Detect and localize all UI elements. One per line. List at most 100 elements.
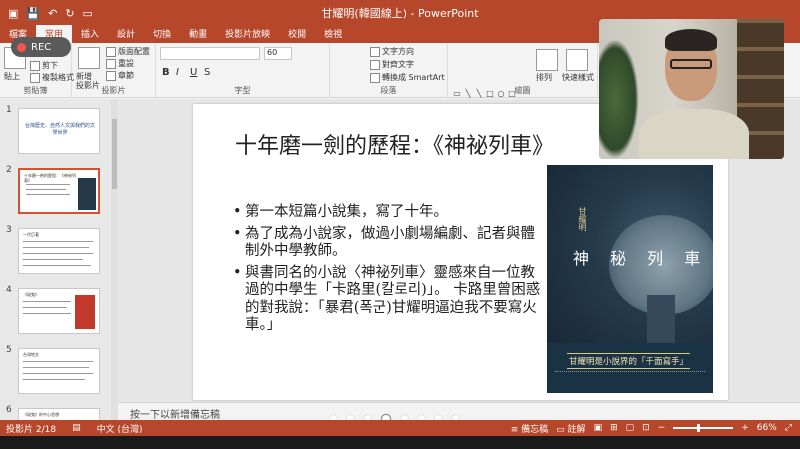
powerpoint-logo-icon: ▣ — [8, 6, 19, 20]
notes-button[interactable]: ≡ 備忘稿 — [511, 422, 548, 435]
thumb-line — [23, 361, 93, 362]
slide-thumbnail-5[interactable]: 台灣地文 — [18, 348, 100, 394]
align-text-button[interactable]: 對齊文字 — [370, 59, 414, 70]
bullet-item: 第一本短篇小說集，寫了十年。 — [233, 204, 541, 222]
quick-access-toolbar: ▣ 💾 ↶ ↻ ▭ — [0, 7, 93, 20]
book-title: 神 秘 列 車 — [573, 249, 709, 268]
arrange-button[interactable]: 排列 — [536, 72, 552, 83]
tab-insert[interactable]: 插入 — [72, 27, 108, 43]
zoom-in-icon[interactable]: + — [741, 423, 749, 433]
align-text-icon — [370, 59, 380, 70]
font-size-box[interactable]: 60 — [264, 47, 292, 60]
save-icon[interactable]: 💾 — [26, 7, 40, 20]
slide-thumbnail-3[interactable]: 一代巨著 — [18, 228, 100, 274]
section-button[interactable]: 章節 — [106, 70, 134, 81]
zoom-slider-thumb[interactable] — [697, 424, 701, 432]
sorter-view-icon[interactable]: ⊞ — [610, 423, 618, 433]
thumb-line — [23, 301, 71, 302]
tab-animations[interactable]: 動畫 — [180, 27, 216, 43]
thumb-line — [26, 194, 70, 195]
clipboard-group-label: 剪貼簿 — [23, 86, 48, 95]
reading-view-icon[interactable]: ▢ — [626, 423, 635, 433]
thumb-title: 《殺鬼》的中心思想 — [23, 412, 59, 417]
smartart-button[interactable]: 轉換成 SmartArt — [370, 72, 445, 83]
text-direction-icon — [370, 46, 380, 57]
slideshow-view-icon[interactable]: ⊡ — [642, 423, 650, 433]
bullet-item: 為了成為小說家，做過小劇場編劇、記者與體制外中學教師。 — [233, 226, 541, 261]
tab-transitions[interactable]: 切換 — [144, 27, 180, 43]
font-group-label: 字型 — [234, 86, 251, 95]
slide-body[interactable]: 第一本短篇小說集，寫了十年。 為了成為小說家，做過小劇場編劇、記者與體制外中學教… — [233, 204, 541, 339]
cut-button[interactable]: 剪下 — [30, 60, 58, 71]
thumb-book-image — [78, 178, 96, 210]
rec-button[interactable]: REC — [11, 37, 71, 57]
quick-styles-button[interactable]: 快速樣式 — [562, 72, 594, 83]
notes-button-label: 備忘稿 — [521, 424, 549, 435]
section-icon — [106, 70, 116, 81]
reset-button[interactable]: 重設 — [106, 58, 134, 69]
rec-label: REC — [31, 41, 52, 53]
reset-icon — [106, 58, 116, 69]
thumbnails-scrollbar[interactable] — [111, 99, 118, 420]
slide-title[interactable]: 十年磨一劍的歷程：《神祕列車》 — [235, 128, 554, 160]
book-author: 甘耀明 — [578, 207, 587, 231]
layout-button[interactable]: 版面配置 — [106, 46, 150, 57]
font-name-box[interactable] — [160, 47, 260, 60]
layout-label: 版面配置 — [118, 47, 150, 56]
webcam-person-glasses — [670, 59, 712, 69]
comments-button[interactable]: ▭ 註解 — [556, 422, 585, 435]
thumb-line — [23, 373, 93, 374]
webcam-person-body — [639, 109, 749, 159]
underline-button[interactable]: U — [190, 67, 197, 78]
slide-thumbnail-4[interactable]: 《殺鬼》 — [18, 288, 100, 334]
thumb-title: 一代巨著 — [23, 232, 39, 237]
italic-button[interactable]: I — [176, 67, 179, 78]
video-player-bar — [0, 436, 800, 449]
new-slide-icon[interactable] — [78, 47, 100, 69]
thumb-number: 6 — [6, 405, 12, 415]
zoom-slider[interactable] — [673, 424, 734, 432]
present-icon[interactable]: ▭ — [83, 7, 93, 20]
book-fineprint — [555, 371, 705, 377]
arrange-icon[interactable] — [536, 49, 558, 71]
thumb-line — [23, 241, 93, 242]
notes-pane[interactable]: 按一下以新增備忘稿 — [118, 402, 800, 421]
shadow-button[interactable]: S — [204, 67, 210, 78]
format-painter-button[interactable]: 複製格式 — [30, 72, 74, 83]
slide-thumbnail-1[interactable]: 台灣歷史、自然人文與我們的文學世界 — [18, 108, 100, 154]
undo-icon[interactable]: ↶ — [48, 7, 57, 20]
thumb-number: 1 — [6, 105, 12, 115]
language-indicator[interactable]: 中文 (台灣) — [97, 422, 143, 435]
tab-slideshow[interactable]: 投影片放映 — [216, 27, 279, 43]
scrollbar-thumb[interactable] — [112, 119, 117, 189]
layout-icon — [106, 46, 116, 57]
slide-thumbnail-2[interactable]: 十年磨一劍的歷程：《神祕列車》 — [18, 168, 100, 214]
tab-review[interactable]: 校閱 — [279, 27, 315, 43]
spellcheck-icon[interactable]: ▤ — [72, 423, 81, 433]
thumb-book-image — [75, 295, 95, 329]
thumb-number: 2 — [6, 165, 12, 175]
thumb-line — [23, 247, 89, 248]
book-cover-image[interactable]: 甘耀明 神 秘 列 車 甘耀明是小說界的「千面寫手」 — [547, 165, 713, 393]
thumb-line — [23, 259, 83, 260]
reset-label: 重設 — [118, 59, 134, 68]
paragraph-group-label: 段落 — [380, 86, 397, 95]
tab-view[interactable]: 檢視 — [315, 27, 351, 43]
bullet-item: 與書同名的小說〈神祕列車〉靈感來自一位教過的中學生「卡路里(칼로리)」。 卡路里… — [233, 265, 541, 335]
webcam-plant — [599, 39, 639, 159]
bold-button[interactable]: B — [162, 67, 170, 78]
thumb-title: 台灣地文 — [23, 352, 39, 357]
slide-thumbnail-6[interactable]: 《殺鬼》的中心思想 — [18, 408, 100, 420]
tab-design[interactable]: 設計 — [108, 27, 144, 43]
quick-styles-icon[interactable] — [566, 49, 588, 71]
fit-slide-icon[interactable]: ⤢ — [785, 423, 792, 433]
slide-thumbnails-pane: 1 台灣歷史、自然人文與我們的文學世界 2 十年磨一劍的歷程：《神祕列車》 3 … — [0, 99, 118, 420]
paste-button[interactable]: 貼上 — [4, 71, 20, 82]
redo-icon[interactable]: ↻ — [65, 7, 74, 20]
thumb-title: 《殺鬼》 — [23, 292, 39, 297]
webcam-person-hair — [665, 29, 717, 51]
text-direction-button[interactable]: 文字方向 — [370, 46, 414, 57]
zoom-level[interactable]: 66% — [757, 423, 777, 433]
normal-view-icon[interactable]: ▣ — [594, 423, 603, 433]
zoom-out-icon[interactable]: − — [658, 423, 666, 433]
